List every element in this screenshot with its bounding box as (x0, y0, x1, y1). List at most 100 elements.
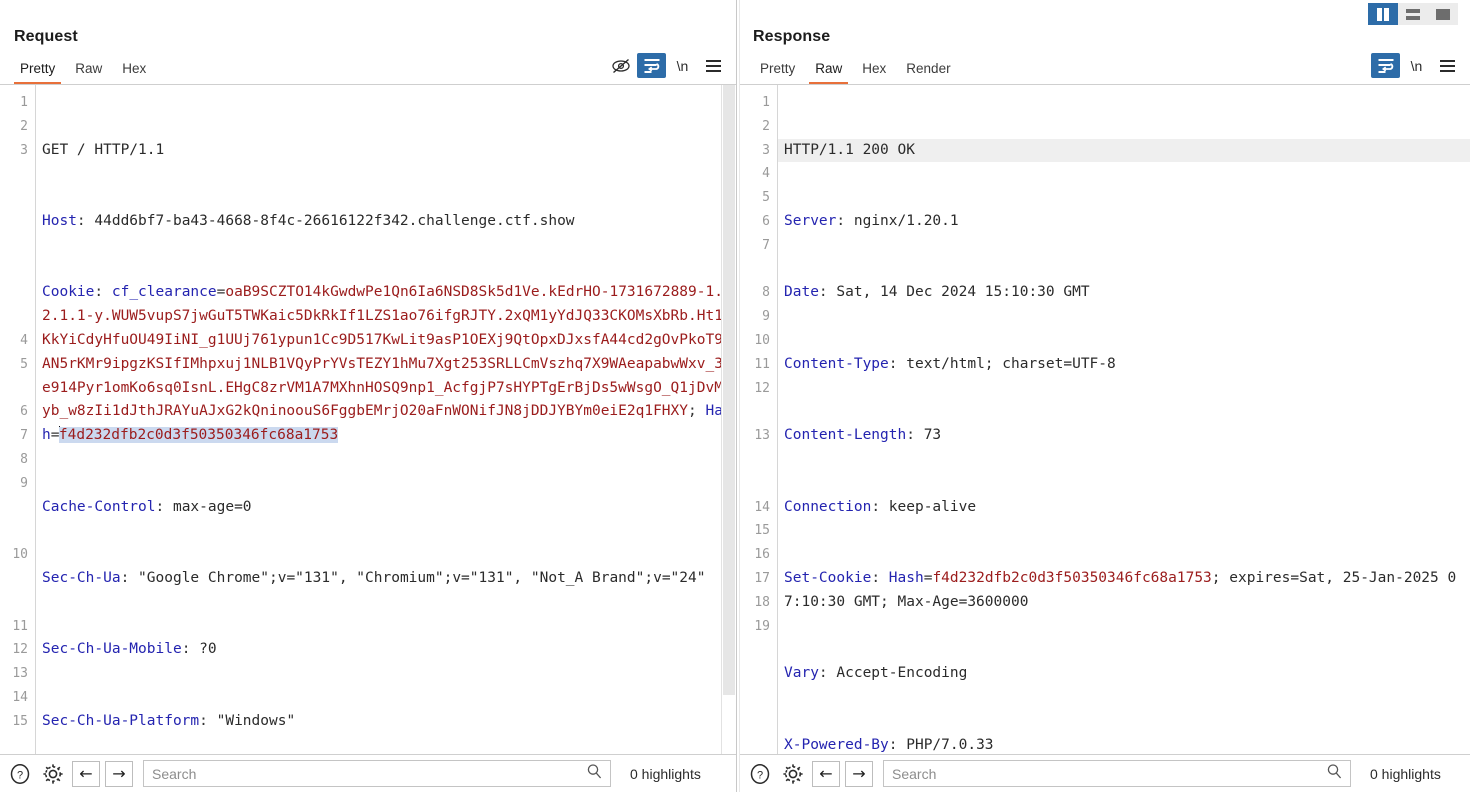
response-tab-hex[interactable]: Hex (852, 61, 896, 84)
header-value: ?0 (199, 641, 217, 658)
line-number: . (0, 281, 35, 305)
help-icon[interactable]: ? (746, 760, 774, 788)
line-number: . (740, 400, 777, 424)
line-number: . (0, 496, 35, 520)
help-icon[interactable]: ? (6, 760, 34, 788)
header-key: Content-Type (784, 355, 889, 372)
request-start-line: GET / HTTP/1.1 (42, 141, 165, 158)
request-content[interactable]: GET / HTTP/1.1 Host: 44dd6bf7-ba43-4668-… (36, 85, 736, 754)
header-key: Date (784, 284, 819, 301)
cf-clearance-key: cf_clearance (111, 284, 217, 301)
request-line-cookie: Cookie: cf_clearance=oaB9SCZTO14kGwdwPe1… (42, 284, 732, 444)
line-number: 11 (754, 356, 770, 372)
header-key: Server (784, 212, 837, 229)
request-editor[interactable]: 1 2 3 . . . . . . . 4 5 . 6 7 8 9 . . 10 (0, 84, 736, 755)
line-number: 10 (12, 547, 28, 563)
line-number: . (0, 305, 35, 329)
response-header-row: X-Powered-By: PHP/7.0.33 (784, 736, 994, 753)
response-gutter: 1 2 3 4 5 6 7 . 8 9 10 11 12 . 13 . . 14… (740, 85, 778, 754)
response-tab-raw[interactable]: Raw (805, 61, 852, 84)
line-number: . (0, 210, 35, 234)
line-number: 11 (12, 618, 28, 634)
line-number: . (0, 519, 35, 543)
newline-icon[interactable]: \n (1402, 53, 1431, 78)
eye-slash-icon[interactable] (606, 53, 635, 78)
burp-message-editor: Request Pretty Raw Hex \n 1 2 3 4 5 6 7 … (0, 0, 1470, 792)
header-value: "Google Chrome";v="131", "Chromium";v="1… (138, 569, 706, 586)
response-set-cookie-row: Set-Cookie: Hash=f4d232dfb2c0d3f50350346… (784, 569, 1457, 610)
search-forward-button[interactable]: → (105, 760, 133, 787)
header-key: Connection (784, 498, 872, 515)
window-layout-buttons (1368, 3, 1458, 25)
request-tab-raw[interactable]: Raw (65, 61, 112, 84)
line-number: 7 (20, 428, 28, 444)
request-line-start: GET / HTTP/1.1 (42, 139, 736, 163)
request-scrollbar-thumb[interactable] (723, 85, 735, 695)
request-tab-hex[interactable]: Hex (112, 61, 156, 84)
request-pane: Request Pretty Raw Hex \n 1 2 3 4 5 6 7 … (0, 0, 736, 792)
header-value: Sat, 14 Dec 2024 15:10:30 GMT (836, 284, 1090, 301)
header-value: Accept-Encoding (836, 665, 968, 682)
line-number: . (0, 234, 35, 258)
header-key: Cache-Control (42, 498, 156, 515)
gear-icon[interactable] (779, 760, 807, 788)
word-wrap-icon[interactable] (637, 53, 666, 78)
line-number: 17 (754, 570, 770, 586)
word-wrap-glyph (644, 58, 659, 73)
response-header-row: Content-Type: text/html; charset=UTF-8 (784, 355, 1116, 372)
header-key: Content-Length (784, 427, 907, 444)
header-value: max-age=0 (172, 498, 252, 515)
search-back-button[interactable]: ← (72, 760, 100, 787)
line-number: 7 (762, 237, 770, 253)
request-header-row: Sec-Ch-Ua: "Google Chrome";v="131", "Chr… (42, 569, 706, 586)
line-number: 8 (762, 285, 770, 301)
header-value: keep-alive (888, 498, 977, 515)
response-highlights-count: 0 highlights (1370, 765, 1441, 782)
search-back-button[interactable]: ← (812, 760, 840, 787)
line-number: 18 (754, 594, 770, 610)
request-header-row: Cache-Control: max-age=0 (42, 498, 252, 515)
response-tab-pretty[interactable]: Pretty (750, 61, 805, 84)
svg-text:?: ? (17, 769, 23, 781)
response-search-input[interactable] (884, 761, 1350, 786)
request-search-input[interactable] (144, 761, 610, 786)
line-number: . (740, 258, 777, 282)
layout-single-pane-button[interactable] (1428, 3, 1458, 25)
request-header-row: Sec-Ch-Ua-Mobile: ?0 (42, 641, 217, 658)
line-number: 13 (754, 428, 770, 444)
request-search-box[interactable] (143, 760, 611, 787)
request-bottom-bar: ? ← → Search 0 highlights (0, 755, 736, 792)
response-search-box[interactable] (883, 760, 1351, 787)
line-number: 4 (762, 166, 770, 182)
request-tab-icons: \n (606, 53, 728, 78)
line-number: 14 (12, 689, 28, 705)
line-number: 1 (762, 95, 770, 110)
response-header-row: Server: nginx/1.20.1 (784, 212, 959, 229)
layout-vertical-split-button[interactable] (1368, 3, 1398, 25)
set-cookie-key: Set-Cookie (784, 569, 872, 586)
help-glyph: ? (750, 763, 770, 784)
gear-glyph (783, 763, 803, 784)
request-tab-pretty[interactable]: Pretty (10, 61, 65, 84)
response-pane: Response Pretty Raw Hex Render \n 1 2 3 … (740, 0, 1470, 792)
request-highlights-count: 0 highlights (630, 765, 701, 782)
host-value: 44dd6bf7-ba43-4668-8f4c-26616122f342.cha… (94, 212, 575, 229)
request-vertical-scrollbar[interactable] (721, 85, 736, 754)
header-key: Sec-Ch-Ua-Platform (42, 712, 200, 729)
menu-icon[interactable] (699, 53, 728, 78)
response-editor[interactable]: 1 2 3 4 5 6 7 . 8 9 10 11 12 . 13 . . 14… (740, 84, 1470, 755)
request-title: Request (14, 28, 78, 45)
search-forward-button[interactable]: → (845, 760, 873, 787)
line-number: 9 (762, 309, 770, 325)
newline-icon[interactable]: \n (668, 53, 697, 78)
gear-icon[interactable] (39, 760, 67, 788)
help-glyph: ? (10, 763, 30, 784)
response-content[interactable]: HTTP/1.1 200 OK Server: nginx/1.20.1 Dat… (778, 85, 1470, 754)
response-tab-render[interactable]: Render (896, 61, 960, 84)
line-number: . (0, 377, 35, 401)
word-wrap-icon[interactable] (1371, 53, 1400, 78)
layout-horizontal-split-button[interactable] (1398, 3, 1428, 25)
request-header-row: Sec-Ch-Ua-Platform: "Windows" (42, 712, 296, 729)
menu-icon[interactable] (1433, 53, 1462, 78)
line-number: 3 (762, 142, 770, 158)
